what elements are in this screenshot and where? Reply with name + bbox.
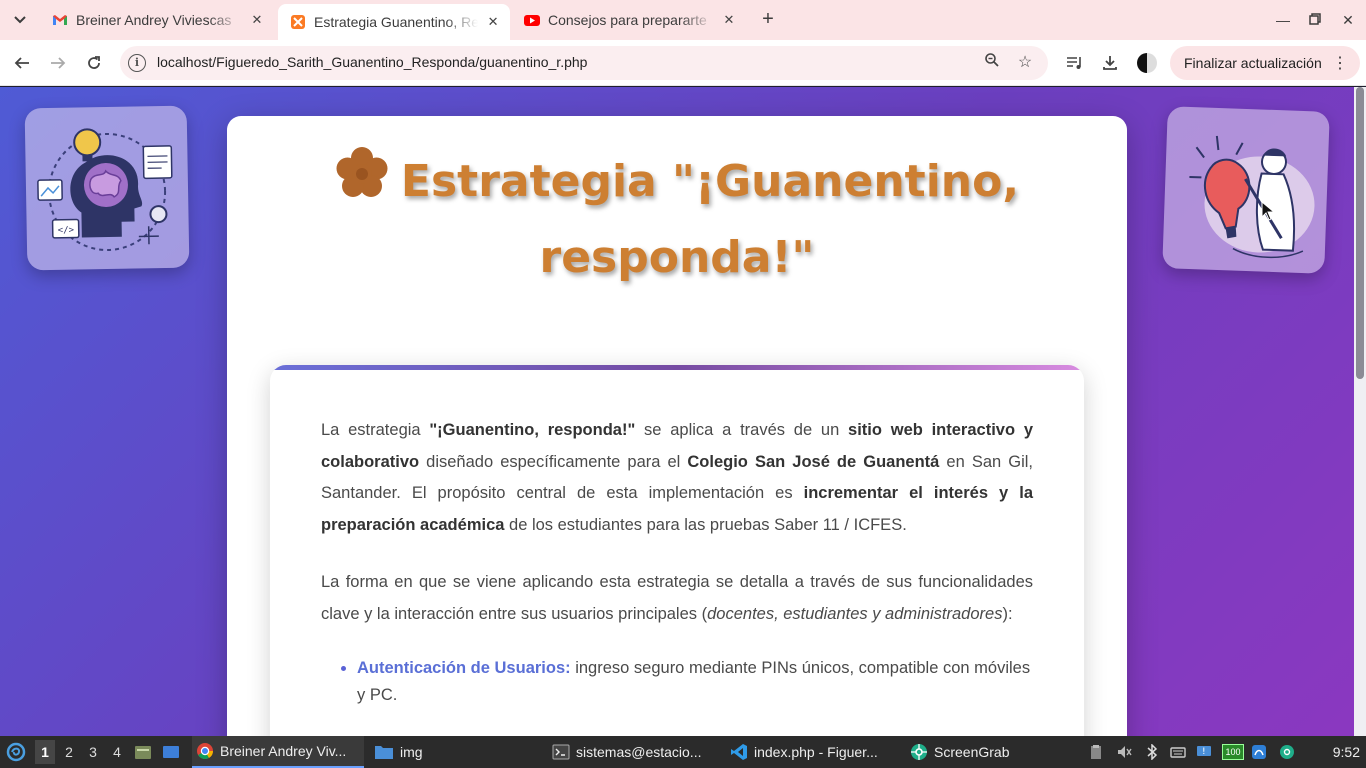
back-arrow-icon[interactable]	[10, 51, 34, 75]
title-line-2: responda!"	[539, 232, 815, 283]
vscode-icon	[731, 744, 747, 760]
site-info-icon[interactable]: i	[128, 54, 146, 72]
volume-muted-icon[interactable]	[1116, 744, 1132, 760]
tab-search-chevron-icon[interactable]	[8, 8, 32, 32]
finish-update-button[interactable]: Finalizar actualización ⋮	[1170, 46, 1360, 80]
content-panel: La estrategia "¡Guanentino, responda!" s…	[270, 365, 1084, 736]
taskbar-item-label: ScreenGrab	[934, 744, 1010, 760]
feature-heading: Autenticación de Usuarios:	[357, 659, 571, 678]
xampp-icon	[291, 15, 305, 29]
brain-learning-illustration: </>	[24, 105, 190, 271]
page-title: Estrategia "¡Guanentino, responda!"	[227, 146, 1127, 294]
highlight-school: Colegio San José de Guanentá	[687, 452, 940, 471]
download-icon[interactable]	[1098, 51, 1122, 75]
bluetooth-icon[interactable]	[1144, 744, 1160, 760]
tab-title: Breiner Andrey Viviescas	[76, 12, 232, 28]
tab-title: Estrategia Guanentino, Responda	[314, 14, 479, 30]
taskbar-item-screengrab[interactable]: ScreenGrab	[910, 736, 1020, 768]
address-bar[interactable]: i localhost/Figueredo_Sarith_Guanentino_…	[120, 46, 1048, 80]
desktop-launcher-icon[interactable]	[162, 736, 182, 768]
mouse-cursor-icon	[1261, 201, 1275, 221]
youtube-icon	[524, 15, 540, 26]
workspace-1[interactable]: 1	[35, 740, 55, 764]
clock: 9:52	[1332, 744, 1360, 760]
battery-icon[interactable]: 100	[1222, 744, 1244, 760]
taskbar-item-label: index.php - Figuer...	[754, 744, 878, 760]
close-icon[interactable]: ✕	[720, 11, 738, 29]
users-list: docentes, estudiantes y administradores	[707, 604, 1003, 623]
workspace-3[interactable]: 3	[83, 740, 103, 764]
taskbar-item-label: img	[400, 744, 423, 760]
taskbar: 1 2 3 4 Breiner Andrey Viv... img sistem…	[0, 736, 1366, 768]
text-span: se aplica a través de un	[635, 421, 849, 439]
forward-arrow-icon[interactable]	[46, 51, 70, 75]
workspace-4[interactable]: 4	[107, 740, 127, 764]
strategy-name: "¡Guanentino, responda!"	[429, 421, 636, 439]
minimize-icon[interactable]: —	[1273, 10, 1293, 30]
taskbar-item-label: Breiner Andrey Viv...	[220, 743, 347, 759]
features-list: Autenticación de Usuarios: ingreso segur…	[321, 655, 1033, 709]
workspace-2[interactable]: 2	[59, 740, 79, 764]
folder-icon	[375, 746, 393, 759]
paragraph-intro: La estrategia "¡Guanentino, responda!" s…	[321, 415, 1033, 542]
menu-dots-icon[interactable]: ⋮	[1332, 53, 1348, 73]
taskbar-item-img[interactable]: img	[374, 736, 454, 768]
terminal-icon	[552, 744, 570, 760]
profile-avatar-icon[interactable]	[1137, 53, 1157, 73]
taskbar-item-label: sistemas@estacio...	[576, 744, 702, 760]
text-span: de los estudiantes para las pruebas Sabe…	[504, 516, 907, 535]
tab-strip: Breiner Andrey Viviescas ✕ Estrategia Gu…	[0, 0, 1366, 40]
close-icon[interactable]: ✕	[248, 11, 266, 29]
url-text[interactable]: localhost/Figueredo_Sarith_Guanentino_Re…	[157, 54, 587, 70]
bookmark-star-icon[interactable]: ☆	[1014, 52, 1036, 74]
notification-icon[interactable]: !	[1196, 744, 1212, 760]
taskbar-item-terminal[interactable]: sistemas@estacio...	[552, 736, 720, 768]
page-scrollbar[interactable]	[1354, 87, 1366, 736]
clipboard-icon[interactable]	[1088, 744, 1104, 760]
flower-icon	[335, 146, 389, 222]
content-text: La estrategia "¡Guanentino, responda!" s…	[321, 415, 1033, 709]
close-icon[interactable]: ✕	[484, 13, 502, 31]
main-card: Estrategia "¡Guanentino, responda!" La e…	[227, 116, 1127, 736]
gmail-icon	[53, 15, 67, 25]
network-icon[interactable]	[1251, 744, 1267, 760]
new-tab-plus-icon[interactable]: +	[756, 8, 780, 32]
gradient-accent-bar	[270, 365, 1084, 370]
restore-icon[interactable]	[1305, 10, 1325, 30]
scrollbar-thumb[interactable]	[1356, 87, 1364, 379]
tab-title: Consejos para prepararte	[548, 12, 707, 28]
tab-estrategia[interactable]: Estrategia Guanentino, Responda ✕	[278, 4, 510, 40]
svg-text:</>: </>	[58, 226, 75, 236]
media-control-icon[interactable]	[1063, 51, 1087, 75]
finish-update-label: Finalizar actualización	[1184, 55, 1322, 71]
screengrab-icon	[911, 744, 927, 760]
tab-gmail[interactable]: Breiner Andrey Viviescas ✕	[40, 4, 276, 36]
close-window-icon[interactable]: ✕	[1338, 10, 1358, 30]
text-span: ):	[1002, 604, 1013, 623]
paragraph-method: La forma en que se viene aplicando esta …	[321, 567, 1033, 630]
text-span: diseñado específicamente para el	[419, 452, 688, 471]
tab-youtube[interactable]: Consejos para prepararte ✕	[512, 4, 748, 36]
keyboard-icon[interactable]	[1170, 744, 1186, 760]
taskbar-item-vscode[interactable]: index.php - Figuer...	[730, 736, 900, 768]
list-item: Autenticación de Usuarios: ingreso segur…	[357, 655, 1033, 709]
page-viewport: </> Estrategia "¡Guanentino, responda!" …	[0, 87, 1366, 736]
text-span: La estrategia	[321, 421, 430, 439]
screengrab-tray-icon[interactable]	[1279, 744, 1295, 760]
taskbar-item-chrome[interactable]: Breiner Andrey Viv...	[192, 736, 364, 768]
idea-person-illustration	[1162, 106, 1330, 274]
chrome-icon	[197, 743, 213, 759]
start-menu-icon[interactable]	[6, 736, 28, 768]
file-manager-launcher-icon[interactable]	[134, 736, 154, 768]
reload-icon[interactable]	[82, 51, 106, 75]
zoom-icon[interactable]	[981, 52, 1003, 74]
svg-text:!: !	[1202, 747, 1206, 757]
browser-toolbar: i localhost/Figueredo_Sarith_Guanentino_…	[0, 40, 1366, 86]
title-line-1: Estrategia "¡Guanentino,	[400, 156, 1020, 207]
